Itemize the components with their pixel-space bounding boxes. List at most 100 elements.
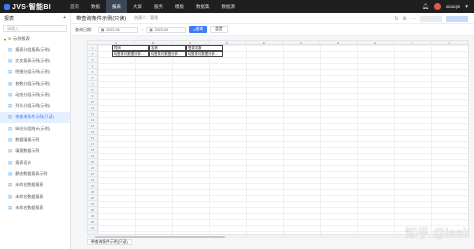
toolbar-primary-button[interactable] <box>446 15 468 22</box>
report-file-icon: ▤ <box>8 204 13 210</box>
sidebar-item[interactable]: ▤ 填报数据示例 <box>0 146 70 157</box>
row-header[interactable]: 31 <box>88 225 97 231</box>
sidebar-item[interactable]: ▤ 参数分组示例(示例) <box>0 78 70 89</box>
column-header[interactable]: C <box>172 41 209 45</box>
date-range-separator: ~ <box>141 27 144 32</box>
toolbar-button[interactable] <box>420 15 442 22</box>
sidebar-item-label: 参数分组示例(示例) <box>15 80 50 86</box>
username[interactable]: xiaoqin <box>446 4 460 9</box>
report-file-icon: ▤ <box>8 69 13 75</box>
chevron-down-icon[interactable]: ▾ <box>465 4 468 10</box>
column-header[interactable]: E <box>246 41 283 45</box>
sidebar-item-label: 报表设计 <box>15 159 32 165</box>
caret-down-icon: ▾ <box>4 36 7 42</box>
sidebar-item[interactable]: ▤ 报表分组报表(示例) <box>0 44 70 55</box>
sidebar-title: 报表 <box>4 15 15 22</box>
sidebar-item-label: 带查询条件示例(只读) <box>15 114 54 120</box>
sidebar: 报表 + 请输入 ▾ ■ 示例报表 ▤ 报表分组报表(示例) ▤ 交叉报表示例(示例)… <box>0 13 71 249</box>
sidebar-item[interactable]: ▤ 纵向分组统计(示例) <box>0 123 70 134</box>
sidebar-item-label: 动态分组示例(示例) <box>15 91 50 97</box>
sidebar-item-label: 未命名数据报表 <box>15 182 44 188</box>
reset-button-label: 重置 <box>215 27 223 31</box>
nav-item-screen[interactable]: 大屏 <box>127 0 148 13</box>
sidebar-item[interactable]: ▤ 数据填报示例 <box>0 134 70 145</box>
nav-item-template[interactable]: 模板 <box>169 0 190 13</box>
tree-list: ▤ 报表分组报表(示例) ▤ 交叉报表示例(示例) ▤ 明细分组示例(示例) ▤ 参数分组示例… <box>0 44 70 213</box>
report-file-icon: ▤ <box>8 57 13 63</box>
refresh-icon[interactable]: ↻ <box>394 16 398 22</box>
cell-block: 时间 名称 登录次数 ${登录月数据分析... ${登录月数据分析... ${登录月数据分… <box>112 45 223 57</box>
report-file-icon: ▤ <box>8 193 13 199</box>
add-icon[interactable]: + <box>63 15 66 21</box>
sidebar-search-input[interactable]: 请输入 <box>3 25 67 32</box>
sidebar-header: 报表 + <box>0 13 70 23</box>
report-file-icon: ▤ <box>8 182 13 188</box>
start-date-value: 2023-06 <box>106 27 120 32</box>
more-icon[interactable]: ⋯ <box>411 16 416 22</box>
sheet-tab[interactable]: 带查询条件示例(只读) <box>87 239 132 245</box>
sidebar-item[interactable]: ▤ 明细分组示例(示例) <box>0 67 70 78</box>
sidebar-item-label: 交叉报表示例(示例) <box>15 57 50 63</box>
sidebar-item[interactable]: ▤ 未命名数据报表 <box>0 202 70 213</box>
nav-item-service[interactable]: 服务 <box>148 0 169 13</box>
bell-icon[interactable]: 🔔︎ <box>422 4 429 10</box>
settings-icon[interactable]: ⚙ <box>403 16 407 22</box>
filter-bar: 查询日期： ▦ 2023-06 ~ ▦ 2023-09 ⌕ 查询 重置 <box>71 24 474 36</box>
sidebar-item[interactable]: ▤ 列头分组示例(示例) <box>0 100 70 111</box>
nav-item-dataset[interactable]: 数据集 <box>190 0 216 13</box>
reset-button[interactable]: 重置 <box>210 26 228 33</box>
main-nav: 首页 数据 报表 大屏 服务 模板 数据集 数据源 <box>64 0 241 13</box>
sidebar-item[interactable]: ▤ 交叉报表示例(示例) <box>0 55 70 66</box>
report-file-icon: ▤ <box>8 137 13 143</box>
sidebar-item-label: 列头分组示例(示例) <box>15 103 50 109</box>
sidebar-item[interactable]: ▤ 动态分组示例(示例) <box>0 89 70 100</box>
sidebar-item-label: 明细分组示例(示例) <box>15 69 50 75</box>
logo-icon <box>4 3 10 10</box>
sidebar-item[interactable]: ▤ 报表设计 <box>0 157 70 168</box>
sheet-cell[interactable]: ${登录月数据分析... <box>149 51 186 57</box>
column-header[interactable]: D <box>209 41 246 45</box>
filter-label: 查询日期： <box>75 26 95 32</box>
report-file-icon: ▤ <box>8 91 13 97</box>
column-header[interactable]: H <box>357 41 394 45</box>
top-navbar: JVS·智能BI 首页 数据 报表 大屏 服务 模板 数据集 数据源 🔔︎ xi… <box>0 0 474 13</box>
calendar-icon: ▦ <box>149 27 153 32</box>
sheet-cell[interactable]: ${登录月数据分析... <box>186 51 223 57</box>
scrollbar-thumb[interactable] <box>95 236 225 238</box>
report-file-icon: ▤ <box>8 148 13 154</box>
column-header[interactable]: A <box>98 41 135 45</box>
query-button[interactable]: ⌕ 查询 <box>189 26 208 33</box>
spreadsheet[interactable]: ABCDEFGHIJ 1 2 3 4 5 6 7 8 9 10 11 12 13 14 15 16 17 18 19… <box>87 40 469 235</box>
column-header[interactable]: G <box>320 41 357 45</box>
nav-item-home[interactable]: 首页 <box>64 0 85 13</box>
column-header[interactable]: I <box>394 41 431 45</box>
report-file-icon: ▤ <box>8 80 13 86</box>
column-header[interactable]: F <box>283 41 320 45</box>
column-header[interactable]: J <box>431 41 468 45</box>
title-tools: ↻ ⚙ ⋯ <box>394 14 468 23</box>
app-logo[interactable]: JVS·智能BI <box>0 0 64 13</box>
start-date-input[interactable]: ▦ 2023-06 <box>98 26 138 33</box>
report-file-icon: ▤ <box>8 46 13 52</box>
creator-label: 创建人：管理 <box>134 15 159 20</box>
end-date-input[interactable]: ▦ 2023-09 <box>146 26 187 33</box>
sidebar-item[interactable]: ▤ 带查询条件示例(只读) <box>0 111 70 124</box>
end-date-value: 2023-09 <box>154 27 168 32</box>
sidebar-item[interactable]: ▤ 静态数据报表示例 <box>0 168 70 179</box>
sidebar-item[interactable]: ▤ 未命名数据报表 <box>0 180 70 191</box>
page-title: 带查询条件示例(只读) <box>76 15 127 22</box>
avatar[interactable] <box>433 3 441 10</box>
report-file-icon: ▤ <box>8 170 13 176</box>
sidebar-item[interactable]: ▤ 未命名数据报表 <box>0 191 70 202</box>
sheet-cell[interactable]: ${登录月数据分析... <box>112 51 149 57</box>
tree-root-folder[interactable]: ▾ ■ 示例报表 <box>0 34 70 44</box>
report-file-icon: ▤ <box>8 114 13 120</box>
nav-item-report[interactable]: 报表 <box>106 0 127 13</box>
nav-item-data[interactable]: 数据 <box>85 0 106 13</box>
watermark: 知乎 @leek <box>405 226 470 240</box>
nav-item-datasource[interactable]: 数据源 <box>216 0 242 13</box>
column-header[interactable]: B <box>135 41 172 45</box>
report-file-icon: ▤ <box>8 125 13 131</box>
sidebar-item-label: 静态数据报表示例 <box>15 170 48 176</box>
app-title: JVS·智能BI <box>12 3 51 11</box>
